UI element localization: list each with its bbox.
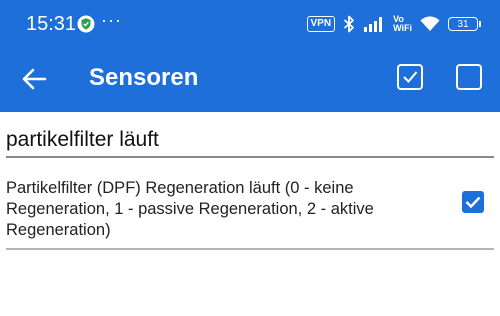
app-bar: Sensoren [0, 46, 500, 112]
bluetooth-icon [343, 15, 354, 33]
more-notifications-icon: ··· [101, 10, 122, 30]
battery-icon: 31 [448, 17, 481, 31]
shield-check-icon [77, 15, 95, 33]
arrow-back-icon[interactable] [21, 66, 47, 92]
vowifi-icon: Vo WiFi [393, 15, 412, 33]
deselect-all-button[interactable] [456, 64, 482, 90]
vowifi-bottom-label: WiFi [393, 23, 412, 33]
sensor-label: Partikelfilter (DPF) Regeneration läuft … [6, 179, 374, 239]
status-icons: VPN Vo WiFi 31 [306, 12, 481, 36]
sensor-checkbox[interactable] [462, 191, 484, 213]
check-icon [465, 196, 481, 209]
wifi-icon [420, 16, 440, 31]
vpn-icon: VPN [306, 16, 336, 32]
status-bar: 15:31 ··· VPN Vo WiFi 31 [0, 0, 500, 46]
search-field [6, 124, 494, 158]
status-time: 15:31 [26, 13, 77, 35]
battery-level: 31 [457, 19, 469, 30]
search-input[interactable] [6, 124, 494, 156]
signal-strength-icon [364, 17, 383, 32]
checked-square-icon [403, 71, 418, 83]
select-all-button[interactable] [397, 64, 423, 90]
sensor-list-item[interactable]: Partikelfilter (DPF) Regeneration läuft … [6, 170, 494, 250]
page-title: Sensoren [89, 64, 199, 91]
